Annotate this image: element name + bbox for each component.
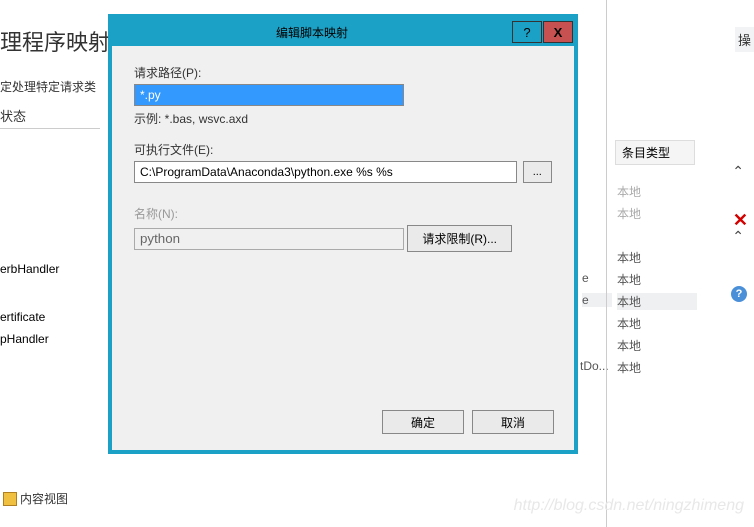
content-view-label: 内容视图 — [20, 490, 68, 507]
request-path-hint: 示例: *.bas, wsvc.axd — [134, 110, 552, 127]
table-cell: tDo... — [580, 359, 609, 373]
right-panel-title: 操 — [735, 27, 754, 52]
handler-row[interactable]: erbHandler — [0, 262, 59, 276]
request-path-label: 请求路径(P): — [134, 64, 552, 81]
help-icon[interactable]: ? — [731, 286, 747, 302]
handler-row[interactable]: ertificate — [0, 310, 45, 324]
request-path-input[interactable] — [134, 84, 404, 106]
status-label: 状态 — [0, 106, 100, 129]
name-input — [134, 228, 404, 250]
cancel-button[interactable]: 取消 — [472, 410, 554, 434]
browse-button[interactable]: ... — [523, 161, 552, 183]
handler-row[interactable]: pHandler — [0, 332, 49, 346]
dialog-close-button[interactable]: X — [543, 21, 573, 43]
page-subtitle: 定处理特定请求类 — [0, 78, 96, 95]
edit-script-mapping-dialog: 编辑脚本映射 ? X 请求路径(P): 示例: *.bas, wsvc.axd … — [108, 14, 578, 454]
page-title: 理程序映射 — [0, 25, 110, 57]
ok-button[interactable]: 确定 — [382, 410, 464, 434]
dialog-help-button[interactable]: ? — [512, 21, 542, 43]
content-view-link[interactable]: 内容视图 — [3, 490, 68, 507]
dialog-titlebar: 编辑脚本映射 ? X — [112, 18, 574, 46]
close-icon[interactable]: ✕ — [733, 210, 748, 231]
name-label: 名称(N): — [134, 205, 552, 222]
executable-input[interactable] — [134, 161, 517, 183]
executable-label: 可执行文件(E): — [134, 141, 552, 158]
dialog-title: 编辑脚本映射 — [112, 24, 512, 41]
watermark: http://blog.csdn.net/ningzhimeng — [514, 497, 744, 515]
table-cell: e — [582, 271, 589, 285]
folder-icon — [3, 492, 17, 506]
request-limit-button[interactable]: 请求限制(R)... — [407, 225, 512, 252]
